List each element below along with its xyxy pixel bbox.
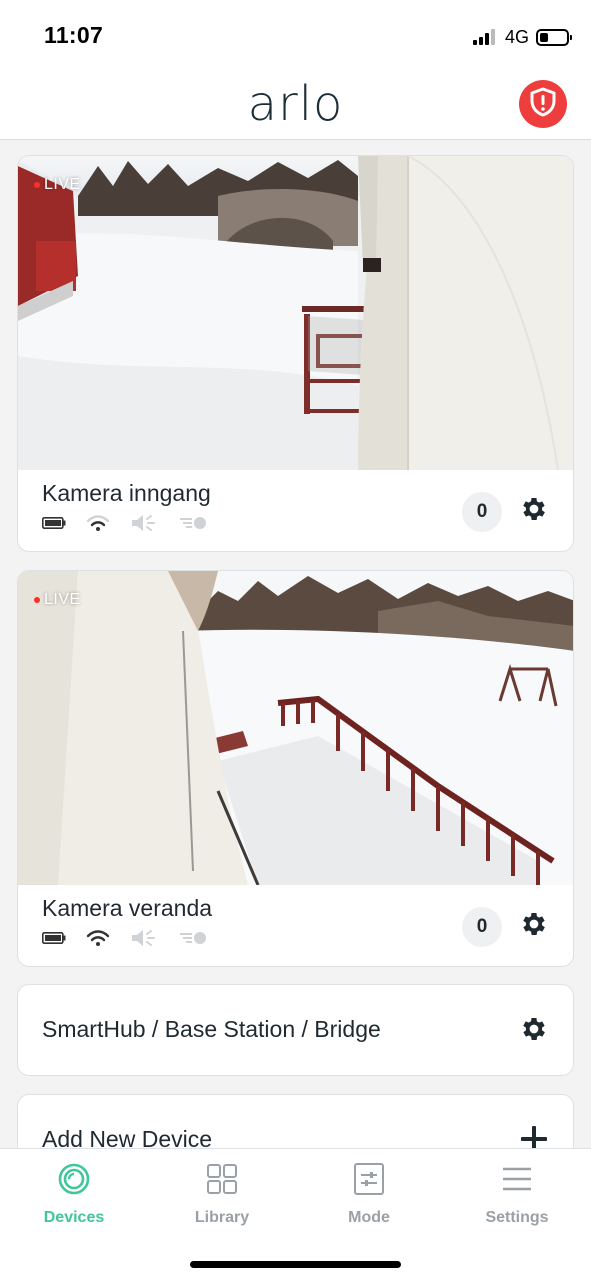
camera-name: Kamera inngang	[42, 480, 211, 506]
speaker-muted-icon	[130, 512, 158, 534]
event-count-badge[interactable]: 0	[462, 907, 502, 947]
nav-tab-devices[interactable]: Devices	[0, 1161, 148, 1227]
nav-tab-settings[interactable]: Settings	[443, 1161, 591, 1227]
plus-icon	[519, 1124, 549, 1148]
camera-status-icons	[42, 513, 228, 533]
wifi-icon	[86, 514, 110, 532]
camera-settings-button[interactable]	[517, 909, 551, 943]
status-indicators: 4G	[472, 26, 572, 48]
smarthub-row[interactable]: SmartHub / Base Station / Bridge	[17, 984, 574, 1076]
devices-icon	[56, 1161, 92, 1197]
settings-menu-icon	[499, 1161, 535, 1197]
gear-icon	[519, 494, 549, 529]
library-icon	[204, 1161, 240, 1197]
screen: 11:07 4G arlo LIVE Kamera inngang 0 LIVE…	[0, 0, 591, 1280]
add-device-label: Add New Device	[42, 1126, 213, 1148]
device-list[interactable]: LIVE Kamera inngang 0 LIVE Kamera verand…	[0, 141, 591, 1148]
smarthub-label: SmartHub / Base Station / Bridge	[42, 1016, 381, 1042]
gear-icon	[519, 909, 549, 944]
motion-toggle-icon	[178, 515, 208, 531]
add-device-button[interactable]	[517, 1124, 551, 1148]
nav-tab-mode[interactable]: Mode	[295, 1161, 443, 1227]
nav-label: Library	[194, 1209, 250, 1226]
shield-alert-icon	[529, 87, 557, 122]
app-header: arlo	[0, 66, 591, 140]
camera-name: Kamera veranda	[42, 895, 213, 921]
gear-icon	[519, 1014, 549, 1049]
network-type: 4G	[504, 26, 529, 47]
nav-label: Devices	[43, 1209, 105, 1226]
battery-icon	[42, 932, 66, 944]
smarthub-settings-button[interactable]	[517, 1014, 551, 1048]
bottom-nav: Devices Library Mode Settings	[0, 1148, 591, 1280]
mode-icon	[351, 1161, 387, 1197]
home-indicator[interactable]	[190, 1261, 401, 1268]
camera-status-icons	[42, 928, 228, 948]
add-device-row[interactable]: Add New Device	[17, 1094, 574, 1148]
event-count-badge[interactable]: 0	[462, 492, 502, 532]
live-label: LIVE	[44, 176, 81, 193]
nav-label: Settings	[485, 1209, 549, 1226]
live-indicator: LIVE	[34, 176, 81, 194]
nav-label: Mode	[348, 1209, 390, 1226]
camera-card[interactable]: LIVE Kamera inngang 0	[17, 155, 574, 552]
battery-fill	[540, 32, 548, 42]
arlo-logo: arlo	[247, 76, 344, 132]
camera-settings-button[interactable]	[517, 494, 551, 528]
motion-toggle-icon	[178, 930, 208, 946]
camera-feed[interactable]: LIVE	[18, 571, 573, 885]
live-dot	[34, 597, 40, 603]
status-time: 11:07	[44, 22, 104, 48]
live-indicator: LIVE	[34, 591, 81, 609]
speaker-muted-icon	[130, 927, 158, 949]
live-dot	[34, 182, 40, 188]
security-alert-button[interactable]	[519, 80, 567, 128]
battery-icon	[42, 517, 66, 529]
battery-icon	[536, 28, 572, 46]
cellular-signal-icon	[472, 29, 497, 45]
wifi-icon	[86, 929, 110, 947]
camera-feed[interactable]: LIVE	[18, 156, 573, 470]
live-label: LIVE	[44, 591, 81, 608]
camera-card[interactable]: LIVE Kamera veranda 0	[17, 570, 574, 967]
nav-tab-library[interactable]: Library	[148, 1161, 296, 1227]
status-bar: 11:07 4G	[0, 0, 591, 66]
